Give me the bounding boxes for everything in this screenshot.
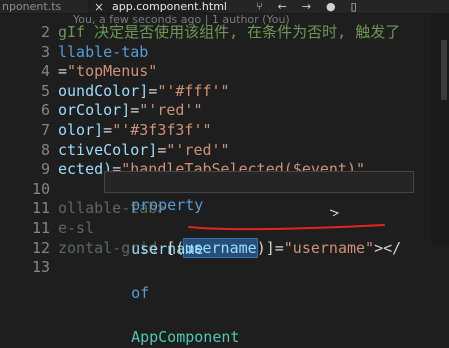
code-text: zontal-grid [(username)]="username"></: [58, 237, 402, 259]
code-token: olor]: [58, 121, 104, 139]
hover-tooltip: property username of AppComponent: [104, 171, 414, 346]
tab-label: nponent.ts: [2, 0, 62, 13]
hover-class-name: AppComponent: [131, 328, 240, 346]
code-line[interactable]: 8 ctiveColor]="'red'": [0, 140, 449, 161]
code-token: =: [130, 101, 140, 120]
code-token: ></: [374, 238, 402, 257]
line-number: 8: [40, 140, 50, 159]
code-text: gIf 决定是否使用该组件, 在条件为否时, 触发了: [58, 22, 400, 43]
git-compare-icon[interactable]: ⑂: [256, 0, 263, 13]
code-token: =: [103, 121, 113, 139]
line-number: 5: [40, 81, 50, 100]
code-token: ctiveColor]: [58, 140, 158, 159]
tab-app-component-html[interactable]: × app.component.html: [88, 0, 227, 14]
tab-component-ts[interactable]: nponent.ts: [2, 0, 61, 13]
code-token: =: [148, 81, 158, 100]
split-editor-icon[interactable]: ▯: [351, 0, 357, 13]
code-line[interactable]: 2 gIf 决定是否使用该组件, 在条件为否时, 触发了: [0, 22, 449, 43]
code-token: "'red'": [139, 101, 203, 120]
hover-keyword-of: of: [131, 284, 150, 302]
line-number: 6: [40, 101, 50, 120]
code-token: orColor]: [58, 101, 131, 120]
editor-tab-bar: nponent.ts × app.component.html ⑂ ← → ● …: [0, 0, 449, 14]
code-text: orColor]="'red'": [58, 100, 203, 121]
code-text: ="topMenus": [58, 61, 157, 82]
line-number: 11: [31, 219, 50, 237]
line-number: 11: [31, 199, 50, 218]
hover-keyword: property: [131, 196, 204, 214]
code-token: oundColor]: [58, 81, 149, 100]
code-text: e-sl: [58, 218, 94, 239]
code-token: "username": [283, 238, 375, 257]
hover-identifier: username: [131, 240, 204, 258]
code-line[interactable]: 13: [0, 257, 449, 278]
code-editor[interactable]: You, a few seconds ago | 1 author (You) …: [0, 13, 449, 276]
code-token: gIf 决定是否使用该组件, 在条件为否时, 触发了: [58, 23, 401, 41]
code-line[interactable]: 4 ="topMenus": [0, 61, 449, 82]
forward-arrow-icon[interactable]: →: [302, 0, 311, 13]
code-text: llable-tab: [58, 42, 148, 63]
line-number: 9: [40, 160, 50, 179]
dot-icon[interactable]: ●: [326, 0, 336, 13]
code-token: =: [58, 62, 68, 81]
code-token: e-sl: [58, 219, 95, 237]
line-number: 7: [40, 121, 50, 139]
code-token: "'red'": [166, 140, 230, 159]
tab-label: app.component.html: [112, 0, 227, 13]
back-arrow-icon[interactable]: ←: [278, 0, 287, 13]
code-line[interactable]: 11 e-sl: [0, 218, 449, 239]
code-line[interactable]: 12zontal-grid [(username)]="username"></: [0, 237, 449, 259]
code-line[interactable]: 3 llable-tab: [0, 42, 449, 63]
line-number: 13: [31, 258, 50, 277]
code-line[interactable]: 6 orColor]="'red'": [0, 100, 449, 121]
code-token: )]=: [256, 238, 284, 257]
close-icon[interactable]: ×: [94, 0, 104, 14]
line-number: 12: [31, 238, 50, 257]
code-line[interactable]: 5 oundColor]="'#fff'": [0, 81, 449, 102]
code-token: "'#fff'": [157, 81, 230, 100]
line-number: 2: [40, 23, 50, 41]
code-token: llable-tab: [58, 42, 149, 61]
code-line[interactable]: 7 olor]="'#3f3f3f'": [0, 120, 449, 141]
line-number: 4: [40, 62, 50, 81]
code-text: olor]="'#3f3f3f'": [58, 120, 212, 141]
line-number: 10: [31, 179, 50, 198]
line-number: 3: [40, 42, 50, 61]
code-token: "'#3f3f3f'": [112, 121, 212, 139]
code-text: oundColor]="'#fff'": [58, 81, 230, 102]
code-text: ctiveColor]="'red'": [58, 140, 230, 161]
code-line[interactable]: 11ollable-tab>: [0, 198, 449, 219]
code-token: "topMenus": [67, 62, 158, 81]
editor-toolbar: ⑂ ← → ● ▯: [256, 0, 357, 13]
